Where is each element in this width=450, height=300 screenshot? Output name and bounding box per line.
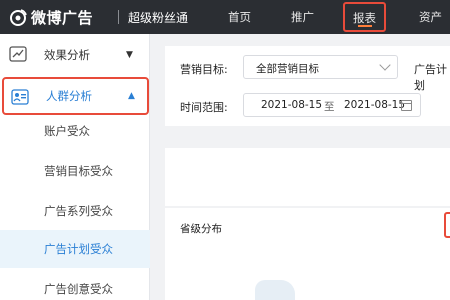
sidebar-item-plan-audience[interactable]: 广告计划受众 — [0, 230, 150, 268]
marketing-goal-select[interactable]: 全部营销目标 — [243, 55, 398, 79]
sidebar-group-audience-analysis[interactable]: 人群分析 ▲ — [2, 77, 149, 115]
weibo-logo-icon — [10, 9, 27, 26]
logo-divider — [118, 10, 119, 24]
top-navbar: 微博广告 超级粉丝通 首页 推广 报表 资产 — [0, 0, 450, 34]
chevron-down-icon — [379, 59, 391, 71]
highlighted-control[interactable] — [444, 212, 450, 238]
sidebar-item-label: 广告系列受众 — [44, 204, 113, 218]
date-range-picker[interactable]: 2021-08-15 至 2021-08-15 — [243, 93, 421, 117]
marketing-goal-value: 全部营销目标 — [256, 63, 319, 75]
province-distribution-title: 省级分布 — [180, 223, 222, 235]
sidebar-item-creative-audience[interactable]: 广告创意受众 — [0, 270, 150, 300]
audience-icon — [11, 89, 29, 105]
sidebar-item-marketing-audience[interactable]: 营销目标受众 — [0, 152, 150, 190]
nav-home[interactable]: 首页 — [228, 9, 251, 25]
active-nav-indicator — [357, 25, 372, 27]
marketing-goal-label: 营销目标: — [180, 63, 228, 76]
nav-reports-label: 报表 — [353, 11, 376, 25]
nav-promotion[interactable]: 推广 — [291, 9, 314, 25]
sidebar-item-label: 广告创意受众 — [44, 282, 113, 296]
sidebar-item-label: 营销目标受众 — [44, 164, 113, 178]
map-shape — [255, 280, 295, 300]
product-name: 超级粉丝通 — [128, 11, 189, 25]
time-range-label: 时间范围: — [180, 101, 228, 114]
date-separator: 至 — [324, 101, 335, 113]
calendar-icon[interactable] — [401, 100, 412, 111]
caret-up-icon: ▲ — [128, 91, 135, 101]
sidebar-group-effect-analysis[interactable]: 效果分析 ▼ — [0, 36, 150, 74]
sidebar-item-series-audience[interactable]: 广告系列受众 — [0, 192, 150, 230]
date-end[interactable]: 2021-08-15 — [344, 99, 405, 111]
logo-text: 微博广告 — [31, 8, 94, 27]
sidebar-group-label: 人群分析 — [46, 89, 92, 103]
ad-plan-label: 广告计划 — [414, 63, 447, 92]
caret-down-icon: ▼ — [126, 50, 133, 60]
date-start[interactable]: 2021-08-15 — [261, 99, 322, 111]
summary-panel — [165, 148, 450, 206]
sidebar-item-account-audience[interactable]: 账户受众 — [0, 112, 150, 150]
sidebar: 效果分析 ▼ 人群分析 ▲ 账户受众 营销目标受众 广告系列受众 广告计划受众 … — [0, 34, 150, 300]
trend-chart-icon — [9, 46, 27, 62]
nav-assets[interactable]: 资产 — [419, 9, 442, 25]
sidebar-item-label: 账户受众 — [44, 124, 90, 138]
weibo-ad-logo[interactable]: 微博广告 — [8, 6, 93, 28]
nav-reports[interactable]: 报表 — [343, 2, 386, 32]
sidebar-item-label: 广告计划受众 — [44, 242, 113, 256]
sidebar-group-label: 效果分析 — [44, 48, 90, 62]
